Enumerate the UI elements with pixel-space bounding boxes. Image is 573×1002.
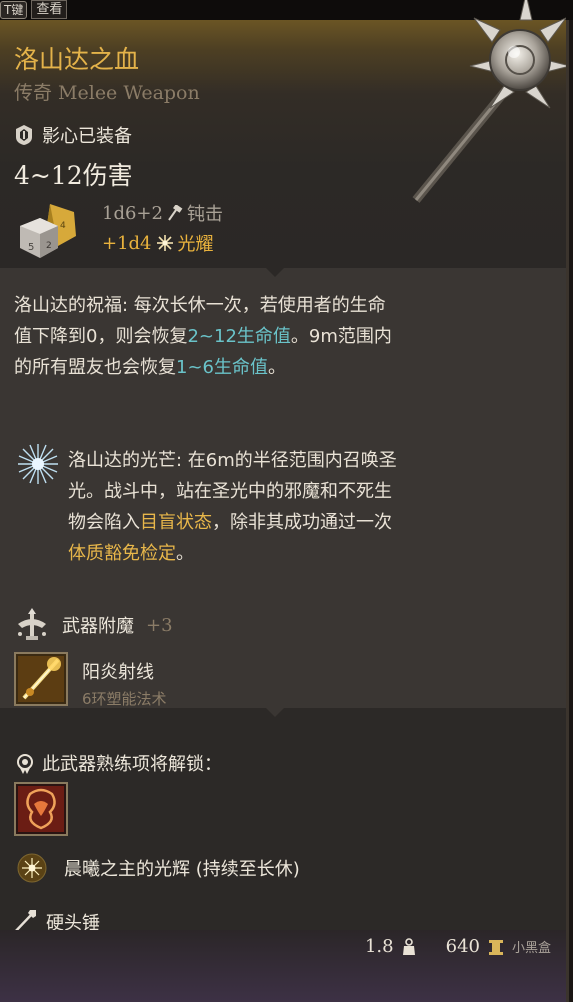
watermark: 小黑盒: [511, 941, 551, 956]
bonus-damage-dice: +1d4: [102, 232, 152, 254]
damage-dice: 1d6+2: [102, 202, 163, 224]
equip-status-text: 影心已装备: [42, 126, 132, 147]
svg-text:2: 2: [46, 241, 52, 251]
item-rarity: 传奇 Melee Weapon: [14, 82, 200, 104]
radiance-feature-description: 洛山达的光芒: 在6m的半径范围内召唤圣光。战斗中，站在圣光中的邪魔和不死生物会…: [68, 445, 398, 569]
radiance-text-c: 。: [176, 543, 194, 564]
section-notch: [266, 268, 284, 277]
proficiency-unlock-header: 此武器熟练项将解锁：: [14, 750, 222, 776]
blessing-self-heal: 2~12生命值: [187, 326, 291, 347]
weapon-action-icon[interactable]: [14, 782, 68, 836]
item-name: 洛山达之血: [14, 45, 140, 74]
blinded-status-link[interactable]: 目盲状态: [140, 512, 212, 533]
spiked-mace-illustration: [412, 0, 566, 203]
radiance-text-b: ，除非其成功通过一次: [212, 512, 392, 533]
spell-name[interactable]: 阳炎射线: [82, 658, 154, 684]
blessing-label: 洛山达的祝福: [14, 295, 122, 316]
damage-type: 钝击: [186, 204, 223, 225]
svg-text:4: 4: [60, 221, 66, 231]
proficiency-badge-icon: [17, 754, 33, 774]
blessing-text-c: 。: [268, 357, 286, 378]
blessing-ally-heal: 1~6生命值: [176, 357, 268, 378]
blessing-description: 洛山达的祝福: 每次长休一次，若使用者的生命值下降到0，则会恢复2~12生命值。…: [14, 290, 394, 383]
proficiency-unlock-text: 此武器熟练项将解锁：: [42, 754, 222, 775]
enchantment-label: 武器附魔: [62, 616, 134, 637]
inspect-label: 查看: [31, 0, 68, 19]
radiant-sparkle-icon: [156, 235, 173, 251]
tooltip-header: 洛山达之血 传奇 Melee Weapon 影心已装备 4~12伤害 4 5 2…: [0, 0, 566, 268]
weight-icon: [402, 937, 415, 955]
weapon-enchantment: 武器附魔 +3: [14, 608, 173, 642]
svg-text:5: 5: [28, 242, 34, 253]
enchantment-bonus: +3: [146, 614, 173, 636]
radiance-colon: :: [176, 450, 188, 471]
spell-level: 6环塑能法术: [82, 690, 167, 708]
inspect-key-hint[interactable]: T键 查看: [0, 0, 68, 19]
dice-icon: 4 5 2: [20, 204, 76, 258]
item-stats: 1.8 640 小黑盒: [365, 936, 551, 957]
dawnmaster-radiance-passive: 晨曦之主的光辉 (持续至长休): [16, 852, 300, 884]
passive-name: 晨曦之主的光辉 (持续至长休): [64, 859, 300, 880]
bonus-damage-type: 光耀: [177, 234, 214, 255]
dawn-radiance-icon: [17, 853, 47, 883]
gold-coin-icon: [488, 939, 503, 955]
damage-total: 4~12伤害: [14, 161, 133, 190]
damage-row-radiant: +1d4 光耀: [102, 230, 214, 256]
equip-status: 影心已装备: [14, 122, 132, 148]
radiance-burst-icon: [18, 444, 58, 484]
constitution-save-link[interactable]: 体质豁免检定: [68, 543, 176, 564]
enchantment-sword-icon: [18, 608, 46, 640]
character-helmet-icon: [16, 125, 32, 145]
damage-row-bludgeoning: 1d6+2 钝击: [102, 200, 223, 226]
item-weight: 1.8: [364, 936, 394, 957]
proficiency-section: [0, 708, 566, 930]
item-tooltip: 洛山达之血 传奇 Melee Weapon 影心已装备 4~12伤害 4 5 2…: [0, 0, 569, 1002]
hammer-icon: [168, 205, 183, 221]
item-value: 640: [445, 936, 480, 957]
blessing-colon: :: [122, 295, 134, 316]
section-notch-2: [266, 708, 284, 717]
radiance-label: 洛山达的光芒: [68, 450, 176, 471]
t-key-cap: T键: [0, 0, 28, 19]
sunbeam-spell-icon[interactable]: [14, 652, 68, 706]
